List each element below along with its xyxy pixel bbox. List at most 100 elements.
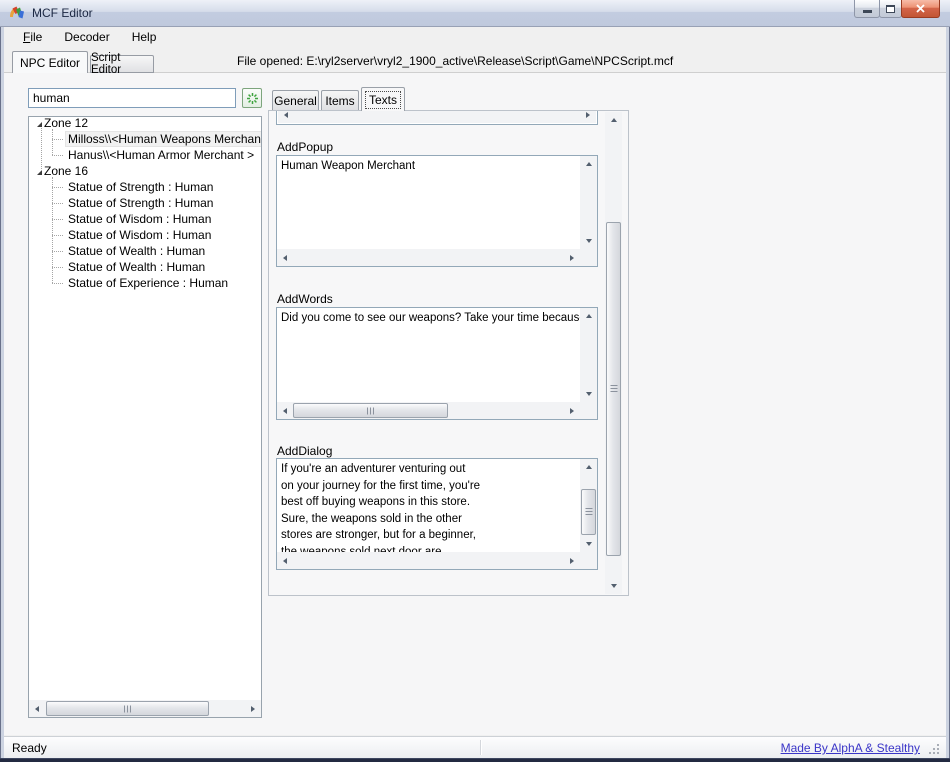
menu-item-file[interactable]: File [12,27,53,48]
tree-item-label: Statue of Strength : Human [66,196,215,210]
scroll-left-button[interactable] [277,402,293,419]
tab-texts[interactable]: Texts [361,87,405,111]
tree-item[interactable]: Statue of Wisdom : Human [29,227,261,243]
thumb-grip-icon [124,705,132,712]
tree-item[interactable]: Statue of Wisdom : Human [29,211,261,227]
down-arrow-icon [586,239,592,243]
left-arrow-icon [283,255,287,261]
scroll-thumb[interactable] [293,403,448,418]
scrollbar-corner [580,552,597,569]
tree-item-label: Statue of Wealth : Human [66,260,207,274]
thumb-grip-icon [610,385,617,393]
scroll-left-button[interactable] [278,111,294,123]
scroll-right-button[interactable] [564,249,580,266]
tree-connector [52,251,63,252]
addwords-textarea[interactable]: Did you come to see our weapons? Take yo… [277,308,580,402]
scroll-down-button[interactable] [580,536,597,552]
tab-script-editor[interactable]: Script Editor [90,55,154,73]
scroll-track[interactable] [294,111,580,123]
tree-item-label: Zone 16 [42,164,90,178]
left-arrow-icon [283,408,287,414]
adddialog-h-scrollbar[interactable] [277,552,580,569]
scroll-track[interactable] [580,172,597,233]
addwords-h-scrollbar[interactable] [277,402,580,419]
addpopup-textarea[interactable]: Human Weapon Merchant [277,156,580,249]
adddialog-v-scrollbar[interactable] [580,459,597,552]
tree-item[interactable]: Statue of Strength : Human [29,195,261,211]
scroll-track[interactable] [580,475,597,536]
maximize-button[interactable] [879,0,902,18]
tab-label: NPC Editor [20,56,80,70]
minimize-button[interactable] [854,0,880,18]
scroll-left-button[interactable] [277,552,293,569]
up-arrow-icon [586,465,592,469]
scroll-up-button[interactable] [605,112,622,128]
status-text: Ready [12,741,47,755]
tree-item[interactable]: Milloss\\<Human Weapons Merchant> [29,131,261,147]
scroll-thumb[interactable] [581,489,596,535]
scroll-track[interactable] [605,128,622,578]
scroll-down-button[interactable] [580,233,597,249]
menubar: File Decoder Help [4,27,946,48]
scrollbar-corner [580,402,597,419]
tree-item[interactable]: Statue of Strength : Human [29,179,261,195]
search-input[interactable] [28,88,236,108]
addpopup-h-scrollbar[interactable] [277,249,580,266]
tree-item[interactable]: Hanus\\<Human Armor Merchant > [29,147,261,163]
tree-item[interactable]: Statue of Wealth : Human [29,243,261,259]
resize-grip-icon[interactable] [928,743,941,756]
scroll-down-button[interactable] [605,578,622,594]
scroll-track[interactable] [293,402,564,419]
tree-connector [52,203,63,204]
scroll-track[interactable] [580,324,597,386]
window-bottom-border [0,758,950,762]
menu-item-help[interactable]: Help [121,27,168,48]
scroll-track[interactable] [293,552,564,569]
right-arrow-icon [586,112,590,118]
tab-npc-editor[interactable]: NPC Editor [12,51,88,73]
scroll-right-button[interactable] [564,552,580,569]
tree-h-scrollbar[interactable] [29,700,261,717]
tree-guide-line [41,128,42,171]
left-arrow-icon [35,706,39,712]
window-controls [855,0,940,18]
file-opened-label: File opened: E:\ryl2server\vryl2_1900_ac… [237,54,673,68]
right-arrow-icon [570,255,574,261]
titlebar[interactable]: MCF Editor [0,0,950,27]
scroll-up-button[interactable] [580,156,597,172]
tab-label: General [274,94,317,108]
tab-label: Script Editor [91,52,153,76]
addpopup-v-scrollbar[interactable] [580,156,597,249]
tab-items[interactable]: Items [321,90,359,111]
scroll-track[interactable] [293,249,564,266]
close-button[interactable] [901,0,940,18]
tree-connector [52,219,63,220]
scroll-up-button[interactable] [580,459,597,475]
menu-item-decoder[interactable]: Decoder [53,27,120,48]
scroll-left-button[interactable] [277,249,293,266]
tab-general[interactable]: General [272,90,319,111]
expander-icon[interactable] [29,119,42,128]
tree-zone-item[interactable]: Zone 12 [29,115,261,131]
scroll-up-button[interactable] [580,308,597,324]
green-burst-icon [246,92,259,105]
addwords-v-scrollbar[interactable] [580,308,597,402]
adddialog-textarea[interactable]: If you're an adventurer venturing out on… [277,459,580,552]
scroll-thumb[interactable] [46,701,209,716]
tree-zone-item[interactable]: Zone 16 [29,163,261,179]
credit-link[interactable]: Made By AlphA & Stealthy [781,741,920,755]
scroll-right-button[interactable] [580,111,596,123]
scroll-thumb[interactable] [606,222,621,556]
tree-item[interactable]: Statue of Wealth : Human [29,259,261,275]
clipped-h-scrollbar[interactable] [278,111,596,123]
scroll-right-button[interactable] [564,402,580,419]
scroll-right-button[interactable] [245,700,261,717]
tree-item[interactable]: Statue of Experience : Human [29,275,261,291]
texts-panel-v-scrollbar[interactable] [605,112,622,594]
tree-guide-line [52,177,53,283]
window-title: MCF Editor [32,6,93,20]
scroll-left-button[interactable] [29,700,45,717]
search-button[interactable] [242,88,262,108]
scroll-down-button[interactable] [580,386,597,402]
scroll-track[interactable] [45,700,245,717]
